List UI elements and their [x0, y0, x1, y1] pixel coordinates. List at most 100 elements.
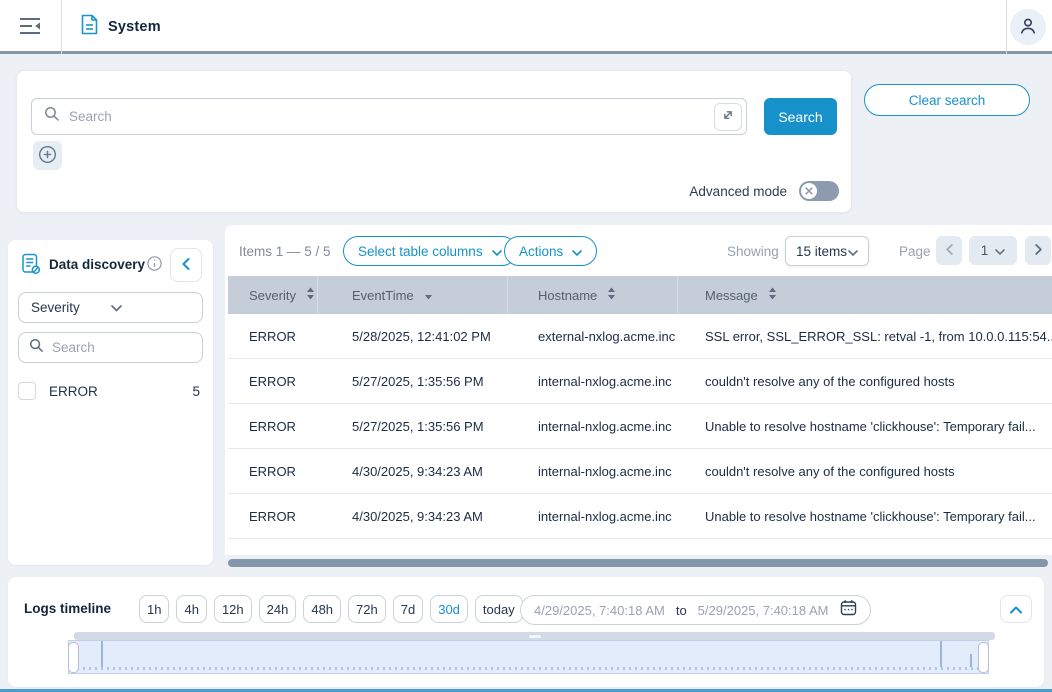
chevron-right-icon	[1035, 243, 1042, 258]
select-columns-button[interactable]: Select table columns	[343, 236, 517, 266]
cell-eventtime: 4/30/2025, 9:34:23 AM	[318, 509, 508, 524]
chevron-down-icon	[572, 244, 582, 259]
horizontal-scrollbar[interactable]	[228, 559, 1048, 567]
collapse-sidebar-button[interactable]	[170, 248, 202, 282]
cell-severity: ERROR	[228, 509, 318, 524]
toggle-knob	[801, 183, 817, 199]
prev-page-button[interactable]	[936, 236, 962, 265]
logs-timeline-panel: Logs timeline 1h 4h 12h 24h 48h 72h 7d 3…	[8, 577, 1044, 687]
select-columns-label: Select table columns	[358, 244, 483, 259]
chevron-down-icon	[848, 244, 858, 259]
table-row[interactable]: ERROR 5/27/2025, 1:35:56 PM internal-nxl…	[228, 359, 1052, 404]
facet-label: ERROR	[49, 384, 192, 399]
date-to-label: to	[676, 603, 687, 618]
timeline-overview-strip[interactable]	[74, 632, 995, 640]
collapse-timeline-button[interactable]	[1000, 595, 1032, 623]
brush-handle-right[interactable]	[978, 642, 989, 673]
search-button[interactable]: Search	[764, 98, 837, 135]
cell-message: couldn't resolve any of the configured h…	[678, 374, 1052, 389]
page-size-select[interactable]: 15 items	[785, 236, 869, 266]
table-row[interactable]: ERROR 5/27/2025, 1:35:56 PM internal-nxl…	[228, 404, 1052, 449]
column-label: EventTime	[352, 288, 414, 303]
strip-drag-handle	[529, 635, 541, 638]
column-header-hostname[interactable]: Hostname	[508, 276, 678, 314]
x-icon	[805, 182, 813, 200]
field-select[interactable]: Severity	[18, 292, 203, 323]
chevron-down-icon	[111, 300, 191, 315]
add-filter-button[interactable]	[33, 141, 62, 170]
date-from: 4/29/2025, 7:40:18 AM	[534, 603, 665, 618]
date-to: 5/29/2025, 7:40:18 AM	[698, 603, 829, 618]
advanced-mode-row: Advanced mode	[689, 181, 839, 201]
range-1h[interactable]: 1h	[139, 595, 169, 623]
advanced-mode-label: Advanced mode	[689, 184, 787, 199]
chevron-down-icon	[995, 243, 1005, 258]
event-spike	[101, 641, 103, 667]
cell-hostname: internal-nxlog.acme.inc	[508, 464, 678, 479]
items-count: Items 1 — 5 / 5	[239, 244, 331, 259]
expand-search-button[interactable]	[714, 103, 742, 131]
range-48h[interactable]: 48h	[303, 595, 341, 623]
facet-count: 5	[192, 384, 200, 399]
range-4h[interactable]: 4h	[176, 595, 206, 623]
brand: System	[80, 0, 161, 54]
event-spike	[940, 641, 942, 667]
sort-icon	[306, 287, 315, 303]
column-header-severity[interactable]: Severity	[228, 276, 318, 314]
header-divider-left	[61, 0, 62, 54]
info-icon[interactable]	[147, 256, 162, 274]
chevron-up-icon	[1010, 602, 1022, 617]
facet-row-error[interactable]: ERROR 5	[18, 379, 203, 403]
range-72h[interactable]: 72h	[348, 595, 386, 623]
search-input[interactable]	[69, 109, 705, 124]
range-24h[interactable]: 24h	[259, 595, 297, 623]
data-discovery-icon	[21, 253, 42, 280]
column-header-message[interactable]: Message	[678, 276, 1052, 314]
date-range-picker[interactable]: 4/29/2025, 7:40:18 AM to 5/29/2025, 7:40…	[520, 595, 871, 625]
sidebar-toggle-button[interactable]	[14, 13, 46, 41]
cell-message: SSL error, SSL_ERROR_SSL: retval -1, fro…	[678, 329, 1052, 344]
range-today[interactable]: today	[475, 595, 523, 623]
actions-button[interactable]: Actions	[504, 236, 597, 266]
table-row[interactable]: ERROR 4/30/2025, 9:34:23 AM internal-nxl…	[228, 494, 1052, 539]
plus-circle-icon	[38, 145, 57, 167]
page-number-select[interactable]: 1	[969, 236, 1017, 265]
cell-eventtime: 5/27/2025, 1:35:56 PM	[318, 419, 508, 434]
cell-hostname: internal-nxlog.acme.inc	[508, 509, 678, 524]
facet-search-container	[18, 332, 203, 363]
facet-search-input[interactable]	[52, 340, 192, 355]
cell-message: couldn't resolve any of the configured h…	[678, 464, 1052, 479]
sort-desc-icon	[424, 287, 433, 303]
range-7d[interactable]: 7d	[393, 595, 423, 623]
user-avatar-button[interactable]	[1010, 9, 1046, 45]
range-30d[interactable]: 30d	[430, 595, 468, 623]
sort-icon	[607, 287, 616, 303]
table-row[interactable]: ERROR 4/30/2025, 9:34:23 AM internal-nxl…	[228, 449, 1052, 494]
cell-hostname: internal-nxlog.acme.inc	[508, 419, 678, 434]
expand-icon	[721, 108, 735, 125]
logs-timeline-title: Logs timeline	[24, 601, 111, 616]
timeline-axis-ticks	[71, 667, 986, 670]
column-header-eventtime[interactable]: EventTime	[318, 276, 508, 314]
cell-severity: ERROR	[228, 329, 318, 344]
cell-hostname: internal-nxlog.acme.inc	[508, 374, 678, 389]
advanced-mode-toggle[interactable]	[799, 181, 839, 201]
top-header: System	[0, 0, 1052, 54]
field-select-value: Severity	[31, 300, 111, 315]
brush-handle-left[interactable]	[68, 642, 79, 673]
clear-search-button[interactable]: Clear search	[864, 84, 1030, 116]
search-icon	[44, 106, 60, 127]
menu-fold-icon	[19, 17, 41, 38]
table-row[interactable]: ERROR 5/28/2025, 12:41:02 PM external-nx…	[228, 314, 1052, 359]
chevron-down-icon	[492, 244, 502, 259]
page-size-value: 15 items	[796, 244, 847, 259]
table-header-row: Severity EventTime Hostname Message	[228, 276, 1052, 314]
range-12h[interactable]: 12h	[214, 595, 252, 623]
page-title: System	[108, 19, 161, 35]
user-icon	[1018, 16, 1038, 39]
range-buttons: 1h 4h 12h 24h 48h 72h 7d 30d today	[139, 595, 523, 623]
next-page-button[interactable]	[1025, 236, 1051, 265]
timeline-brush-area[interactable]	[68, 640, 989, 674]
column-label: Severity	[249, 288, 296, 303]
facet-checkbox[interactable]	[18, 382, 36, 400]
